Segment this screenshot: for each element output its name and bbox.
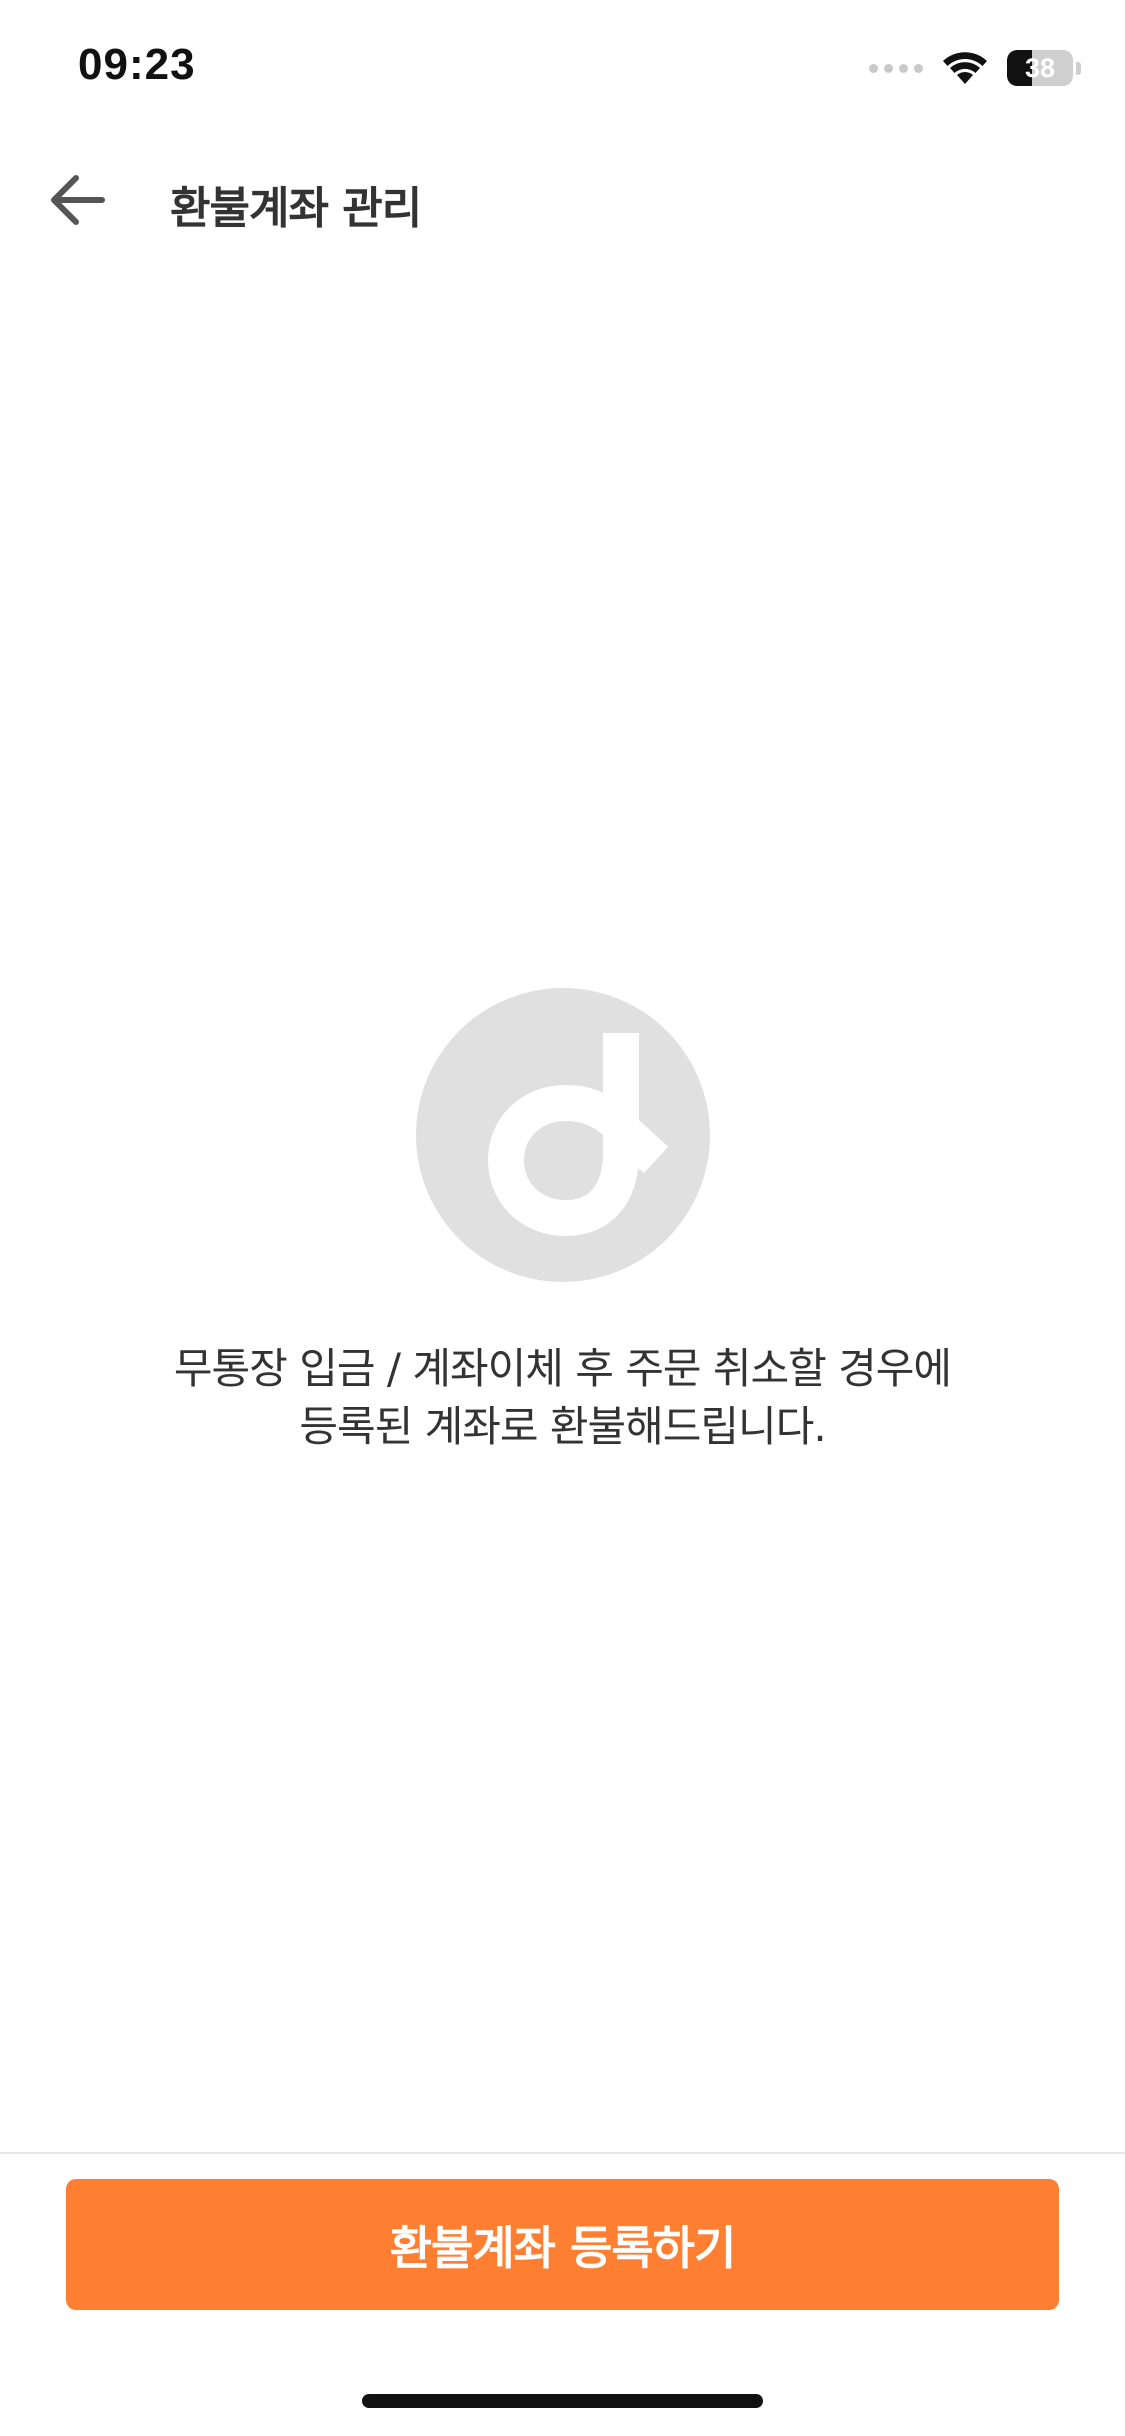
empty-state-message: 무통장 입금 / 계좌이체 후 주문 취소할 경우에 등록된 계좌로 환불해드립… [60,1340,1065,1456]
back-button[interactable] [36,164,120,236]
status-time: 09:23 [78,40,196,89]
brand-logo-icon [416,988,710,1282]
battery-level: 38 [1024,52,1056,83]
arrow-left-icon [51,175,105,225]
page-title: 환불계좌 관리 [170,183,422,234]
battery-cap [1076,61,1081,75]
battery-icon: 38 [1007,50,1073,86]
status-bar: 09:23 38 [0,0,1125,140]
refund-account-screen: 09:23 38 환불계좌 관리 무통장 입금 / 계좌이체 후 주문 취소할 … [0,0,1125,2436]
empty-state-message-line-1: 무통장 입금 / 계좌이체 후 주문 취소할 경우에 [173,1344,952,1393]
empty-state-message-line-2: 등록된 계좌로 환불해드립니다. [299,1402,826,1451]
cellular-signal-icon [869,63,923,73]
wifi-icon [943,52,987,84]
bottom-divider [0,2152,1125,2154]
register-refund-account-button[interactable]: 환불계좌 등록하기 [66,2179,1059,2310]
app-header: 환불계좌 관리 [0,150,1125,250]
home-indicator[interactable] [362,2394,763,2408]
status-icons: 38 [869,48,1081,88]
